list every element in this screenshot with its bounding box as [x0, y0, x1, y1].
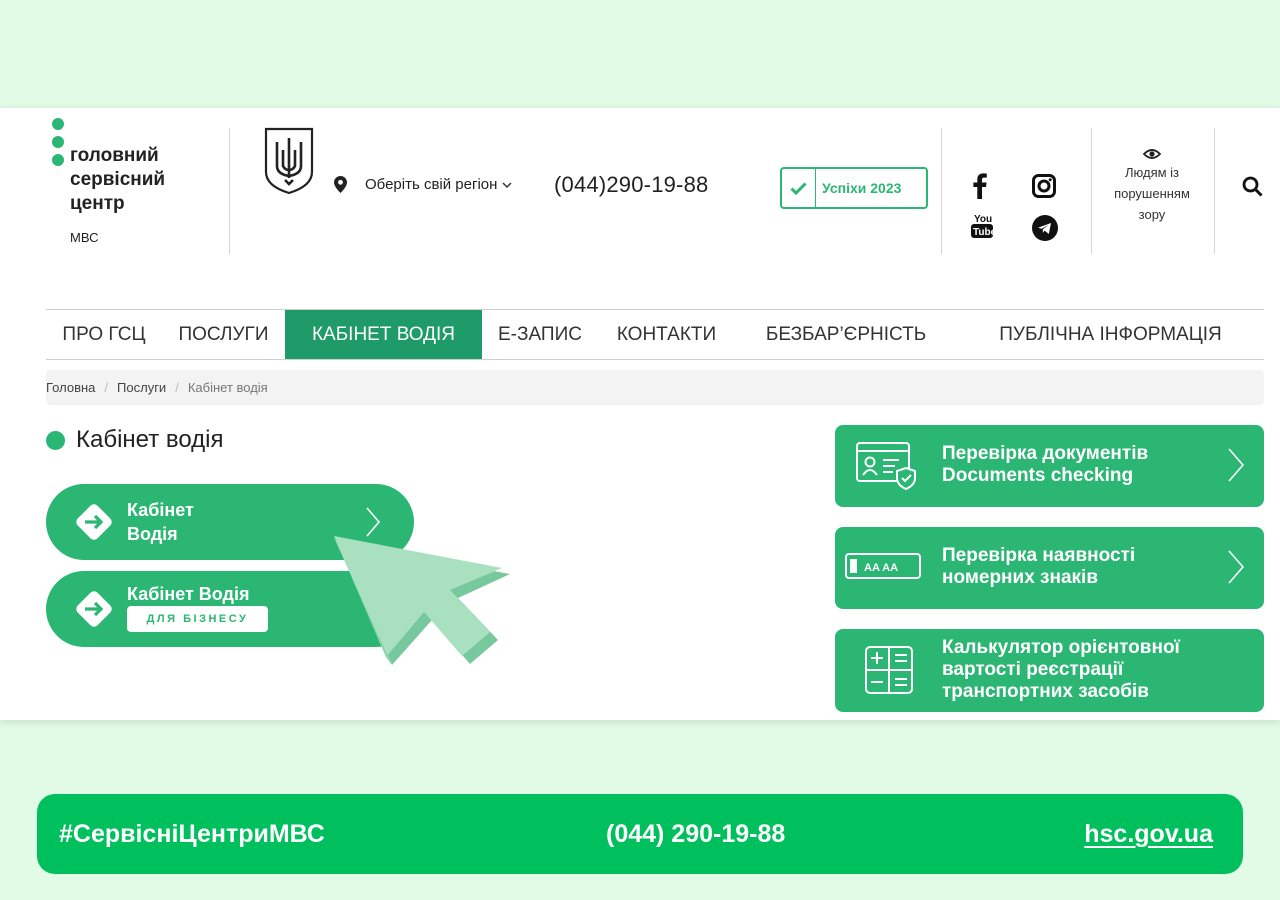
nav-item-services[interactable]: ПОСЛУГИ	[162, 310, 285, 359]
accessibility-line-1: Людям із	[1124, 165, 1180, 180]
calculator-line-3: транспортних засобів	[942, 681, 1149, 702]
hsc-logo[interactable]: головний сервісний центр МВС	[50, 118, 220, 245]
main-navigation: ПРО ГСЦ ПОСЛУГИ КАБІНЕТ ВОДІЯ Е-ЗАПИС КО…	[46, 309, 1264, 360]
calculator-icon	[865, 646, 913, 694]
page-title: Кабінет водія	[46, 426, 224, 454]
logo-subtitle: МВС	[70, 230, 99, 245]
region-selector[interactable]: Оберіть свій регіон	[334, 176, 513, 193]
nav-item-about[interactable]: ПРО ГСЦ	[46, 310, 162, 359]
breadcrumb: Головна / Послуги / Кабінет водія	[46, 370, 1264, 405]
svg-text:You: You	[974, 214, 992, 225]
documents-check-line-2: Documents checking	[942, 465, 1134, 486]
accessibility-line-3: зору	[1138, 207, 1166, 222]
location-pin-icon	[334, 176, 347, 193]
breadcrumb-home[interactable]: Головна	[46, 380, 95, 395]
logo-line-1: головний	[70, 145, 159, 166]
success-label: Успіхи 2023	[822, 180, 902, 196]
arrow-right-diamond-icon	[76, 591, 112, 627]
search-icon	[1242, 176, 1263, 197]
license-plate-icon: AA AA	[845, 553, 921, 579]
nav-item-contacts[interactable]: КОНТАКТИ	[598, 310, 735, 359]
title-dot-icon	[46, 430, 65, 450]
youtube-icon[interactable]: You Tube	[968, 212, 996, 240]
search-button[interactable]	[1242, 176, 1263, 202]
promo-banner: #СервісніЦентриМВС (044) 290-19-88 hsc.g…	[37, 794, 1243, 874]
driver-cabinet-line-2: Водія	[127, 524, 178, 544]
plate-check-line-2: номерних знаків	[942, 567, 1099, 588]
banner-url[interactable]: hsc.gov.ua	[1084, 820, 1213, 849]
website-screenshot: головний сервісний центр МВС Оберіть сві…	[0, 108, 1280, 720]
region-label: Оберіть свій регіон	[365, 176, 498, 193]
header-divider	[229, 128, 230, 254]
svg-text:Tube: Tube	[973, 227, 994, 238]
page-title-text: Кабінет водія	[76, 426, 224, 453]
business-cabinet-title: Кабінет Водія	[127, 584, 250, 604]
chevron-right-icon	[1228, 550, 1245, 584]
logo-line-3: центр	[70, 193, 125, 214]
telegram-icon[interactable]	[1031, 214, 1059, 242]
logo-title: головний сервісний центр	[70, 144, 165, 216]
banner-phone: (044) 290-19-88	[606, 820, 786, 848]
header-divider	[1214, 128, 1215, 254]
arrow-right-diamond-icon	[76, 504, 112, 540]
driver-cabinet-line-1: Кабінет	[127, 500, 194, 520]
chevron-right-icon	[1228, 448, 1245, 482]
nav-item-accessibility[interactable]: БЕЗБАР’ЄРНІСТЬ	[735, 310, 957, 359]
documents-check-line-1: Перевірка документів	[942, 443, 1149, 464]
success-2023-button[interactable]: Успіхи 2023	[780, 167, 928, 209]
logo-dots	[52, 118, 64, 172]
calculator-line-1: Калькулятор орієнтовної	[942, 637, 1180, 658]
eye-icon	[1143, 149, 1161, 159]
instagram-icon[interactable]	[1030, 172, 1058, 200]
banner-hashtag: #СервісніЦентриМВС	[59, 820, 325, 848]
breadcrumb-services[interactable]: Послуги	[117, 380, 166, 395]
header-phone[interactable]: (044)290-19-88	[554, 172, 708, 198]
plate-text: AA AA	[864, 562, 898, 574]
header-divider	[1091, 128, 1092, 254]
breadcrumb-separator: /	[175, 380, 179, 395]
business-badge: ДЛЯ БІЗНЕСУ	[127, 606, 268, 632]
checkmark-icon	[782, 169, 816, 207]
breadcrumb-separator: /	[104, 380, 109, 395]
documents-check-card[interactable]: Перевірка документів Documents checking	[835, 425, 1264, 507]
facebook-icon[interactable]	[966, 172, 994, 200]
pointer-cursor-icon	[334, 536, 510, 665]
plate-check-line-1: Перевірка наявності	[942, 545, 1136, 566]
logo-line-2: сервісний	[70, 169, 166, 190]
accessibility-line-2: порушенням	[1114, 186, 1190, 201]
nav-item-e-appointment[interactable]: Е-ЗАПИС	[482, 310, 598, 359]
chevron-down-icon	[502, 181, 512, 188]
coat-of-arms-icon	[264, 127, 314, 195]
registration-calculator-card[interactable]: Калькулятор орієнтовної вартості реєстра…	[835, 629, 1264, 712]
license-plate-check-card[interactable]: AA AA Перевірка наявності номерних знакі…	[835, 527, 1264, 609]
id-card-shield-icon	[856, 442, 916, 491]
nav-item-driver-cabinet[interactable]: КАБІНЕТ ВОДІЯ	[285, 310, 482, 359]
accessibility-toggle[interactable]: Людям із порушенням зору	[1096, 148, 1208, 225]
breadcrumb-current: Кабінет водія	[187, 380, 268, 395]
nav-item-public-info[interactable]: ПУБЛІЧНА ІНФОРМАЦІЯ	[957, 310, 1264, 359]
calculator-line-2: вартості реєстрації	[942, 659, 1124, 680]
header-divider	[941, 128, 942, 254]
